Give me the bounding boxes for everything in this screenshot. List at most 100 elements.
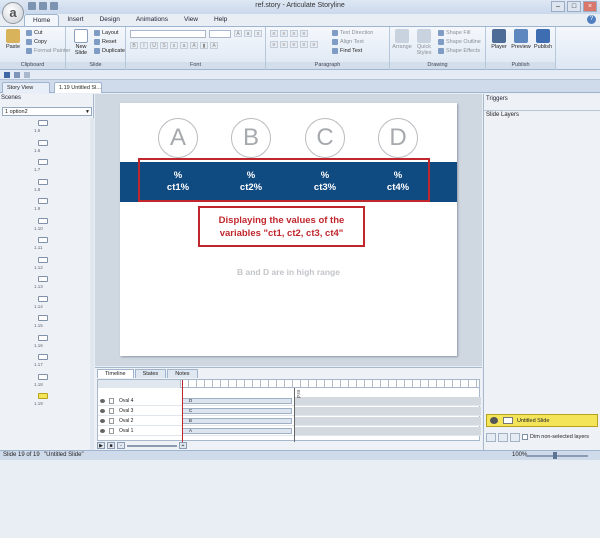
new-layer-icon[interactable] [486,432,496,442]
scene-thumbnail[interactable] [38,276,48,282]
maximize-button[interactable]: □ [567,1,581,12]
preview-button[interactable]: Preview [510,29,532,50]
delete-layer-icon[interactable] [510,432,520,442]
timeline-zoom-slider[interactable] [127,444,177,447]
end-marker[interactable] [294,388,295,442]
scene-thumbnail[interactable] [38,139,48,146]
scene-thumbnail[interactable] [38,178,48,185]
lock-icon[interactable] [109,398,114,404]
tab-states[interactable]: States [134,369,167,378]
oval-b[interactable]: B [231,118,271,158]
scene-thumbnail[interactable] [38,217,48,224]
scene-thumbnail[interactable] [38,354,48,360]
eye-icon[interactable] [490,417,498,424]
oval-c[interactable]: C [305,118,345,158]
align-center-icon[interactable]: ≡ [280,41,288,48]
reset-button[interactable]: Reset [94,38,116,46]
help-icon[interactable]: ? [587,15,596,24]
spacing-icon[interactable]: a [180,42,188,49]
scene-thumbnail[interactable] [38,159,48,165]
layout-button[interactable]: Layout [94,29,119,37]
scene-thumbnail[interactable] [38,198,48,204]
timeline-row[interactable]: Oval 4 D [98,397,481,406]
redo-icon[interactable] [24,72,30,78]
clear-format-icon[interactable]: x [254,30,262,37]
dim-layers-checkbox[interactable] [522,434,528,440]
italic-icon[interactable]: I [140,42,148,49]
format-painter-button[interactable]: Format Painter [26,47,70,55]
tab-design[interactable]: Design [92,14,128,26]
grow-font-icon[interactable]: A [234,30,242,37]
timeline-row[interactable]: Oval 1 A [98,427,481,436]
scene-thumbnail[interactable] [38,315,48,321]
scene-thumbnail[interactable] [38,393,48,399]
new-slide-button[interactable]: New Slide [70,29,92,56]
quick-styles-button[interactable]: Quick Styles [413,29,435,56]
tab-timeline[interactable]: Timeline [97,369,134,378]
strike-icon[interactable]: S [160,42,168,49]
scene-thumbnail[interactable] [38,237,48,243]
playhead[interactable] [182,380,183,442]
arrange-button[interactable]: Arrange [391,29,413,50]
tab-help[interactable]: Help [206,14,235,26]
align-left-icon[interactable]: ≡ [270,41,278,48]
justify-icon[interactable]: ≡ [300,41,308,48]
columns-icon[interactable]: ≡ [310,41,318,48]
bullets-icon[interactable]: ≡ [270,30,278,37]
base-layer-item[interactable]: Untitled Slide [486,414,598,427]
tab-story-view[interactable]: Story View [2,82,50,93]
cut-button[interactable]: Cut [26,29,43,37]
outdent-icon[interactable]: ≡ [290,30,298,37]
underline-icon[interactable]: U [150,42,158,49]
tab-home[interactable]: Home [24,14,60,26]
copy-button[interactable]: Copy [26,38,47,46]
indent-icon[interactable]: ≡ [300,30,308,37]
font-color-icon[interactable]: A [210,42,218,49]
range-text[interactable]: B and D are in high range [120,267,457,277]
zoom-slider[interactable] [526,455,588,457]
find-text-button[interactable]: Find Text [332,47,362,55]
oval-d[interactable]: D [378,118,418,158]
numbering-icon[interactable]: ≡ [280,30,288,37]
eye-icon[interactable] [100,399,105,403]
shape-fill-button[interactable]: Shape Fill [438,29,470,37]
stop-icon[interactable]: ■ [107,442,115,449]
shrink-font-icon[interactable]: a [244,30,252,37]
minimize-button[interactable]: – [551,1,565,12]
oval-a[interactable]: A [158,118,198,158]
timeline-ruler[interactable] [180,380,480,388]
font-family-combo[interactable] [130,30,206,38]
font-size-combo[interactable] [209,30,231,38]
text-direction-button[interactable]: Text Direction [332,29,373,37]
close-button[interactable]: × [583,1,597,12]
scene-thumbnail[interactable] [38,334,48,341]
align-right-icon[interactable]: ≡ [290,41,298,48]
publish-button[interactable]: Publish [532,29,554,50]
lock-icon[interactable] [109,408,114,414]
timeline-bar[interactable]: A [182,428,292,434]
slide-canvas[interactable]: A B C D % ct1% % ct2% % ct3% % ct4% Displayi… [120,103,457,356]
tab-view[interactable]: View [176,14,206,26]
align-text-button[interactable]: Align Text [332,38,364,46]
duplicate-button[interactable]: Duplicate [94,47,125,55]
play-icon[interactable]: ▶ [97,442,105,449]
shape-effects-button[interactable]: Shape Effects [438,47,480,55]
eye-icon[interactable] [100,409,105,413]
tab-insert[interactable]: Insert [59,14,91,26]
shadow-icon[interactable]: s [170,42,178,49]
lock-icon[interactable] [109,428,114,434]
save-icon[interactable] [4,72,10,78]
bold-icon[interactable]: B [130,42,138,49]
tab-current-slide[interactable]: 1.19 Untitled Sl... [54,82,102,93]
tab-animations[interactable]: Animations [128,14,176,26]
zoom-out-icon[interactable]: - [117,442,125,449]
eye-icon[interactable] [100,419,105,423]
zoom-in-icon[interactable]: + [179,442,187,449]
timeline-row[interactable]: Oval 3 C [98,407,481,416]
timeline-bar[interactable]: C [182,408,292,414]
undo-icon[interactable] [14,72,20,78]
scene-select[interactable]: 1 option2 ▼ [2,107,92,116]
paste-button[interactable]: Paste [2,29,24,50]
case-icon[interactable]: A [190,42,198,49]
timeline-row[interactable]: Oval 2 B [98,417,481,426]
